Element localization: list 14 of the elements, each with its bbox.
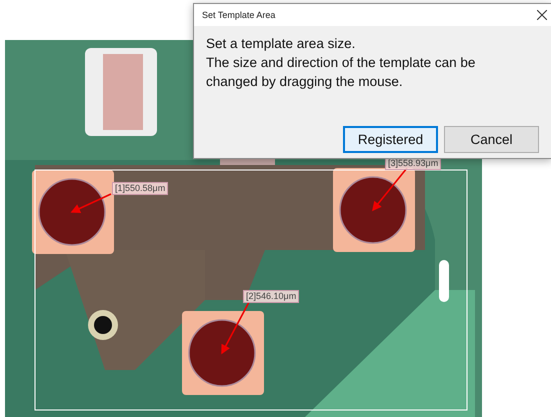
dialog-title: Set Template Area [202,10,276,20]
dialog-message: Set a template area size. [206,35,356,53]
measurement-line [70,193,112,213]
measurement-line [221,302,250,354]
close-icon[interactable] [537,10,547,20]
cancel-button[interactable]: Cancel [444,126,539,153]
dialog-message: changed by dragging the mouse. [206,73,404,91]
dialog-message: The size and direction of the template can be [206,54,476,72]
measurement-label: [2]546.10μm [243,290,300,303]
via-hole [88,310,118,340]
measurement-label: [1]550.58μm [112,182,168,195]
register-button[interactable]: Registered [343,126,438,153]
measurement-line [372,168,408,212]
slot-hole [439,260,449,302]
